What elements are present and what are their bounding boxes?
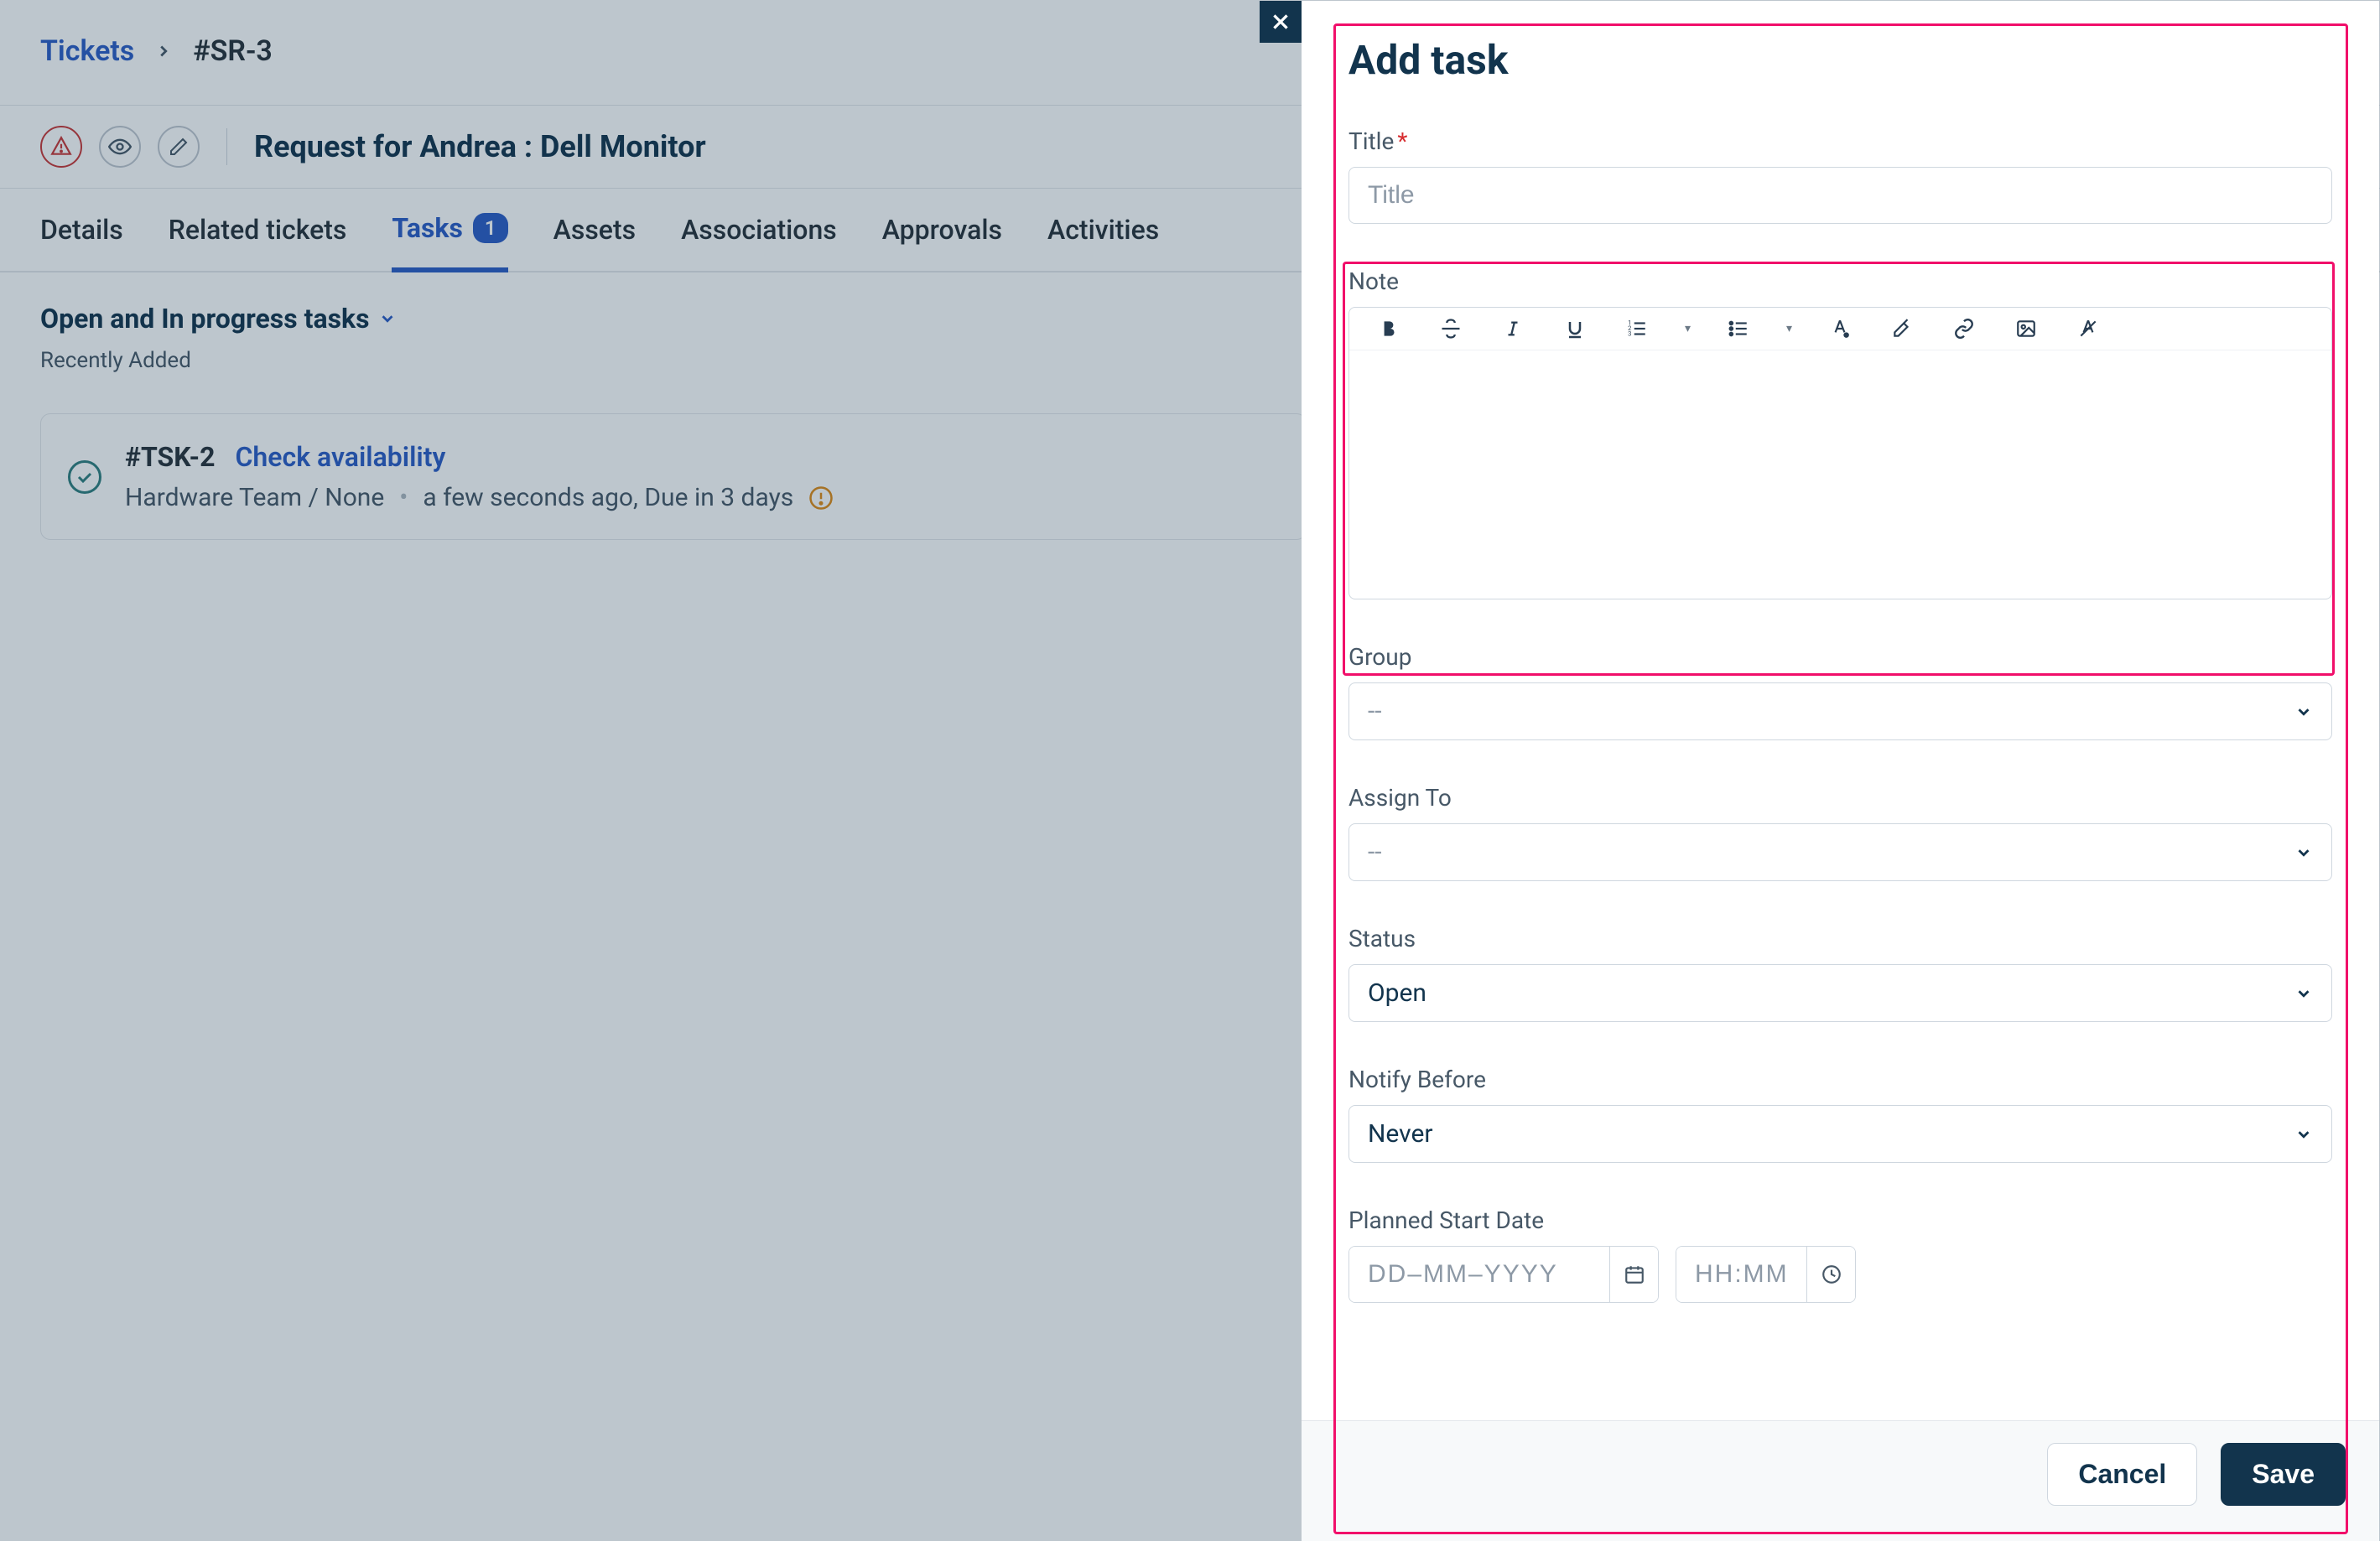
notify-before-select-value: Never — [1368, 1119, 1433, 1149]
tab-associations[interactable]: Associations — [681, 189, 837, 271]
status-select-value: Open — [1368, 978, 1426, 1008]
title-field-label: Title* — [1348, 127, 2332, 155]
highlight-icon[interactable] — [1888, 314, 1916, 343]
note-textarea[interactable] — [1349, 350, 2331, 599]
tab-details[interactable]: Details — [40, 189, 123, 271]
tab-tasks[interactable]: Tasks 1 — [392, 189, 507, 272]
tab-tasks-label: Tasks — [392, 212, 463, 244]
ordered-list-icon[interactable]: 123 — [1623, 314, 1651, 343]
watch-icon[interactable] — [99, 126, 141, 168]
filter-title-label: Open and In progress tasks — [40, 303, 370, 335]
overdue-warning-icon — [808, 485, 834, 511]
chevron-down-icon — [2294, 703, 2313, 721]
tab-related-tickets[interactable]: Related tickets — [169, 189, 347, 271]
assign-to-select[interactable]: -- — [1348, 823, 2332, 881]
strikethrough-icon[interactable] — [1437, 314, 1465, 343]
chevron-down-icon — [2294, 843, 2313, 862]
clock-icon[interactable] — [1806, 1247, 1855, 1302]
modal-title: Add task — [1348, 36, 2332, 84]
italic-icon[interactable] — [1499, 314, 1527, 343]
underline-icon[interactable] — [1561, 314, 1589, 343]
chevron-down-icon — [378, 309, 397, 328]
breadcrumb-current: #SR-3 — [193, 34, 273, 68]
assign-to-field-label: Assign To — [1348, 784, 2332, 812]
title-input[interactable] — [1348, 167, 2332, 224]
status-field-label: Status — [1348, 925, 2332, 952]
task-id: #TSK-2 — [125, 441, 216, 473]
task-meta-group: Hardware Team / None — [125, 483, 384, 512]
svg-text:3: 3 — [1628, 330, 1631, 338]
group-field-label: Group — [1348, 643, 2332, 671]
chevron-down-icon — [2294, 1125, 2313, 1144]
add-task-modal: Add task Title* Note 123 ▾ ▾ — [1302, 1, 2379, 1541]
chevron-right-icon — [154, 42, 173, 60]
unordered-list-icon[interactable] — [1724, 314, 1753, 343]
task-title-link[interactable]: Check availability — [236, 441, 446, 473]
alert-icon[interactable] — [40, 126, 82, 168]
planned-start-date-label: Planned Start Date — [1348, 1206, 2332, 1234]
note-field-label: Note — [1348, 267, 2332, 295]
separator — [226, 128, 227, 165]
notify-before-field-label: Notify Before — [1348, 1066, 2332, 1093]
date-field[interactable] — [1349, 1247, 1609, 1302]
link-icon[interactable] — [1950, 314, 1978, 343]
breadcrumb-tickets-link[interactable]: Tickets — [40, 34, 134, 68]
edit-icon[interactable] — [158, 126, 200, 168]
task-card[interactable]: #TSK-2 Check availability Hardware Team … — [40, 413, 1307, 540]
task-status-icon[interactable] — [68, 460, 101, 494]
ordered-list-dropdown-icon[interactable]: ▾ — [1685, 322, 1691, 335]
group-select-value: -- — [1368, 697, 1382, 726]
dot-separator: • — [399, 483, 408, 512]
planned-start-date-input[interactable] — [1348, 1246, 1659, 1303]
time-field[interactable] — [1676, 1247, 1806, 1302]
assign-to-select-value: -- — [1368, 838, 1382, 867]
tab-tasks-badge: 1 — [473, 213, 508, 243]
image-icon[interactable] — [2012, 314, 2040, 343]
chevron-down-icon — [2294, 984, 2313, 1003]
note-editor: 123 ▾ ▾ — [1348, 307, 2332, 599]
text-color-icon[interactable] — [1826, 314, 1854, 343]
tab-approvals[interactable]: Approvals — [882, 189, 1002, 271]
close-button[interactable] — [1260, 1, 1302, 43]
notify-before-select[interactable]: Never — [1348, 1105, 2332, 1163]
bold-icon[interactable] — [1374, 314, 1403, 343]
tab-activities[interactable]: Activities — [1047, 189, 1159, 271]
save-button[interactable]: Save — [2221, 1443, 2346, 1506]
tab-assets[interactable]: Assets — [553, 189, 636, 271]
task-meta-time: a few seconds ago, Due in 3 days — [423, 483, 793, 512]
calendar-icon[interactable] — [1609, 1247, 1658, 1302]
cancel-button[interactable]: Cancel — [2047, 1443, 2197, 1506]
clear-format-icon[interactable] — [2074, 314, 2102, 343]
group-select[interactable]: -- — [1348, 682, 2332, 740]
planned-start-time-input[interactable] — [1676, 1246, 1856, 1303]
status-select[interactable]: Open — [1348, 964, 2332, 1022]
page-title: Request for Andrea : Dell Monitor — [254, 129, 706, 164]
unordered-list-dropdown-icon[interactable]: ▾ — [1786, 322, 1792, 335]
